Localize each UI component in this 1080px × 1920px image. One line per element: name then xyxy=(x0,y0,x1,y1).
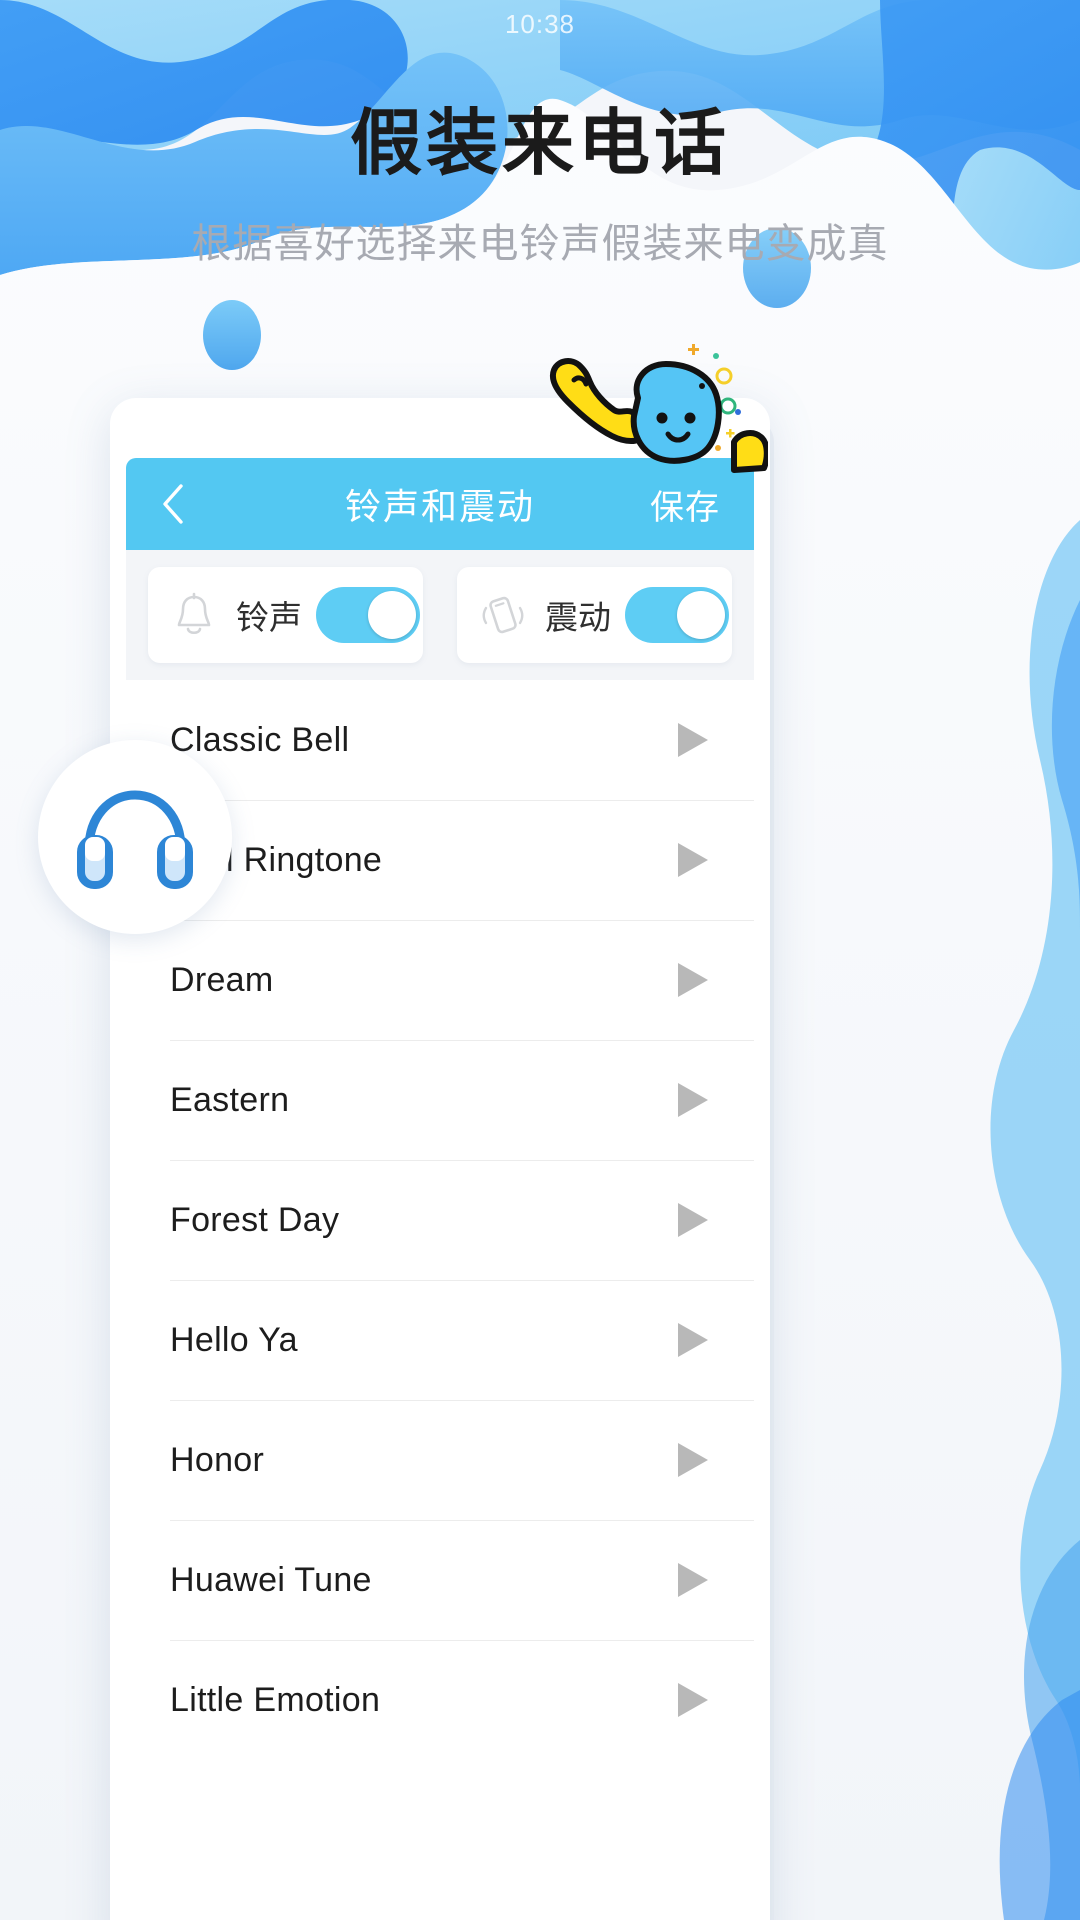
vibrate-icon xyxy=(477,589,529,641)
ringtone-row[interactable]: Honor xyxy=(126,1400,754,1520)
page-subtitle: 根据喜好选择来电铃声假装来电变成真 xyxy=(191,222,889,266)
ringtone-row[interactable]: Forest Day xyxy=(126,1160,754,1280)
vibrate-toggle-label: 震动 xyxy=(545,599,611,636)
play-icon[interactable] xyxy=(660,1190,720,1250)
ringtone-row[interactable]: Eastern xyxy=(126,1040,754,1160)
play-icon[interactable] xyxy=(660,1670,720,1730)
vibrate-switch-knob xyxy=(677,591,725,639)
ringtone-row[interactable]: Hello Ya xyxy=(126,1280,754,1400)
play-icon[interactable] xyxy=(660,830,720,890)
ringtone-row[interactable]: Little Emotion xyxy=(126,1640,754,1760)
ringtone-name: Eastern xyxy=(170,1080,290,1119)
ringtone-name: Hello Ya xyxy=(170,1320,298,1359)
back-button[interactable] xyxy=(160,482,204,526)
play-icon[interactable] xyxy=(660,950,720,1010)
ringtone-name: Huawei Tune xyxy=(170,1560,372,1599)
status-bar-clock: 10:38 xyxy=(504,8,576,39)
play-icon[interactable] xyxy=(660,1310,720,1370)
ringtone-name: Classic Bell xyxy=(170,720,350,759)
mascot-blob-with-phone-icon xyxy=(550,344,768,473)
ringtone-switch-knob xyxy=(368,591,416,639)
ringtone-toggle-label: 铃声 xyxy=(236,599,302,636)
ringtone-name: Dream xyxy=(170,960,274,999)
ringtone-row[interactable]: Huawei Tune xyxy=(126,1520,754,1640)
toggle-cards-row: 铃声 震动 xyxy=(126,550,754,680)
chevron-left-icon xyxy=(163,484,183,524)
save-button[interactable]: 保存 xyxy=(650,480,720,529)
ringtone-name: Forest Day xyxy=(170,1200,340,1239)
ringtone-row[interactable]: Dream xyxy=(126,920,754,1040)
headphones-icon xyxy=(77,790,193,889)
ringtone-toggle-card[interactable]: 铃声 xyxy=(148,567,423,663)
headphone-badge xyxy=(38,740,232,934)
ringtone-switch[interactable] xyxy=(316,587,420,643)
page-title: 假装来电话 xyxy=(349,104,730,184)
app-screenshot: 10:38 假装来电话 根据喜好选择来电铃声假装来电变成真 铃声和震动 保存 铃… xyxy=(0,0,1080,1920)
ringtone-name: Little Emotion xyxy=(170,1680,381,1719)
phone-screen: 铃声和震动 保存 铃声 震动 Classic Bell gital Ringto… xyxy=(126,458,754,1920)
play-icon[interactable] xyxy=(660,1070,720,1130)
ringtone-name: Honor xyxy=(170,1440,265,1479)
bell-icon xyxy=(168,589,220,641)
vibrate-switch[interactable] xyxy=(625,587,729,643)
play-icon[interactable] xyxy=(660,1430,720,1490)
play-icon[interactable] xyxy=(660,1550,720,1610)
ringtone-row[interactable]: Classic Bell xyxy=(126,680,754,800)
vibrate-toggle-card[interactable]: 震动 xyxy=(457,567,732,663)
status-bar: 10:38 xyxy=(0,0,1080,48)
play-icon[interactable] xyxy=(660,710,720,770)
